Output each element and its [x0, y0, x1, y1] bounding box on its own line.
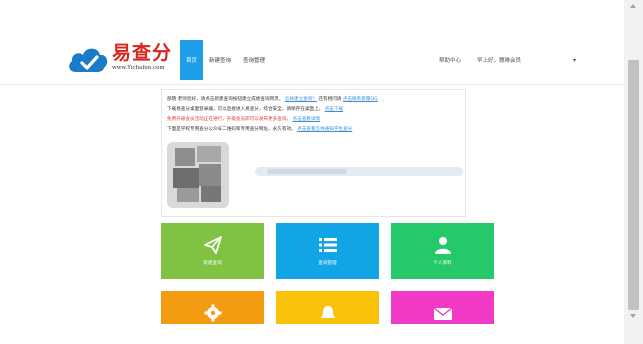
tile-query-manage[interactable]: 查询管理 [276, 223, 379, 279]
logo-url: www.Yichafen.com [112, 65, 165, 71]
tile-profile[interactable]: 个人资料 [391, 223, 494, 279]
main-nav: 首页 新建查询 查询管理 [180, 40, 271, 82]
list-icon [319, 238, 337, 252]
notice-text: 免费升级会员活动正在进行，升级会员即可以发布更多查询， [167, 117, 292, 122]
tile-new-query[interactable]: 新建查询 [161, 223, 264, 279]
notice-text: 下载易查分桌面登录器，可以直接进入易查分，综合安全，请保存在桌面上。 [167, 107, 324, 112]
tile-label: 新建查询 [203, 261, 222, 266]
notify-students-link[interactable]: 点击查看怎样通知学生查分 [297, 127, 352, 132]
tile-settings[interactable] [161, 291, 264, 324]
notice-line-2: 下载易查分桌面登录器，可以直接进入易查分，综合安全，请保存在桌面上。 点击下载 [167, 107, 343, 113]
user-greeting[interactable]: 早上好，魏琳会员 [477, 40, 521, 80]
query-url-blurred [255, 167, 463, 176]
tile-messages[interactable] [391, 291, 494, 324]
nav-query-manage[interactable]: 查询管理 [237, 40, 271, 80]
header-divider [0, 84, 624, 85]
vertical-scrollbar[interactable] [624, 0, 643, 344]
notice-line-1: 部哦 老师您好，请点击新建查询按钮建立成绩查询网页。 怎样建立查询？ 还有相问请… [167, 97, 378, 103]
notice-line-3: 免费升级会员活动正在进行，升级会员即可以发布更多查询， 点击查看详情 [167, 117, 320, 123]
gear-icon [204, 304, 222, 322]
scroll-thumb[interactable] [628, 60, 639, 310]
contact-support-link[interactable]: 点击联系客服QQ [343, 97, 378, 102]
bell-icon [321, 306, 335, 318]
notice-text: 部哦 老师您好，请点击新建查询按钮建立成绩查询网页。 [167, 97, 284, 102]
paper-plane-icon [204, 236, 222, 254]
user-dropdown-icon[interactable]: ▾ [573, 40, 576, 80]
scroll-down-arrow-icon[interactable] [630, 314, 636, 318]
page: 易查分 www.Yichafen.com 首页 新建查询 查询管理 帮助中心 早… [0, 0, 643, 344]
notice-text: 下面是学校专用查分公众号二维码和专用查分网址，永久有效。 [167, 127, 296, 132]
user-icon [435, 237, 451, 254]
qr-code [167, 142, 229, 208]
logo[interactable]: 易查分 www.Yichafen.com [66, 42, 176, 80]
scroll-up-arrow-icon[interactable] [630, 4, 636, 8]
tile-label: 个人资料 [433, 261, 452, 266]
how-to-create-link[interactable]: 怎样建立查询？ [285, 97, 317, 102]
download-link[interactable]: 点击下载 [325, 107, 343, 112]
header: 易查分 www.Yichafen.com 首页 新建查询 查询管理 帮助中心 早… [0, 38, 624, 82]
upgrade-details-link[interactable]: 点击查看详情 [293, 117, 321, 122]
cloud-check-icon [69, 48, 108, 72]
notice-text: 还有相问请 [318, 97, 342, 102]
nav-new-query[interactable]: 新建查询 [203, 40, 237, 80]
help-center-link[interactable]: 帮助中心 [439, 40, 461, 80]
nav-home[interactable]: 首页 [180, 40, 204, 80]
notice-panel: 部哦 老师您好，请点击新建查询按钮建立成绩查询网页。 怎样建立查询？ 还有相问请… [161, 89, 466, 217]
mail-icon [433, 307, 453, 320]
page-bottom [0, 324, 624, 344]
tile-notifications[interactable] [276, 291, 379, 324]
notice-line-4: 下面是学校专用查分公众号二维码和专用查分网址，永久有效。 点击查看怎样通知学生查… [167, 127, 352, 133]
logo-title: 易查分 [112, 42, 173, 64]
tile-label: 查询管理 [318, 261, 337, 266]
